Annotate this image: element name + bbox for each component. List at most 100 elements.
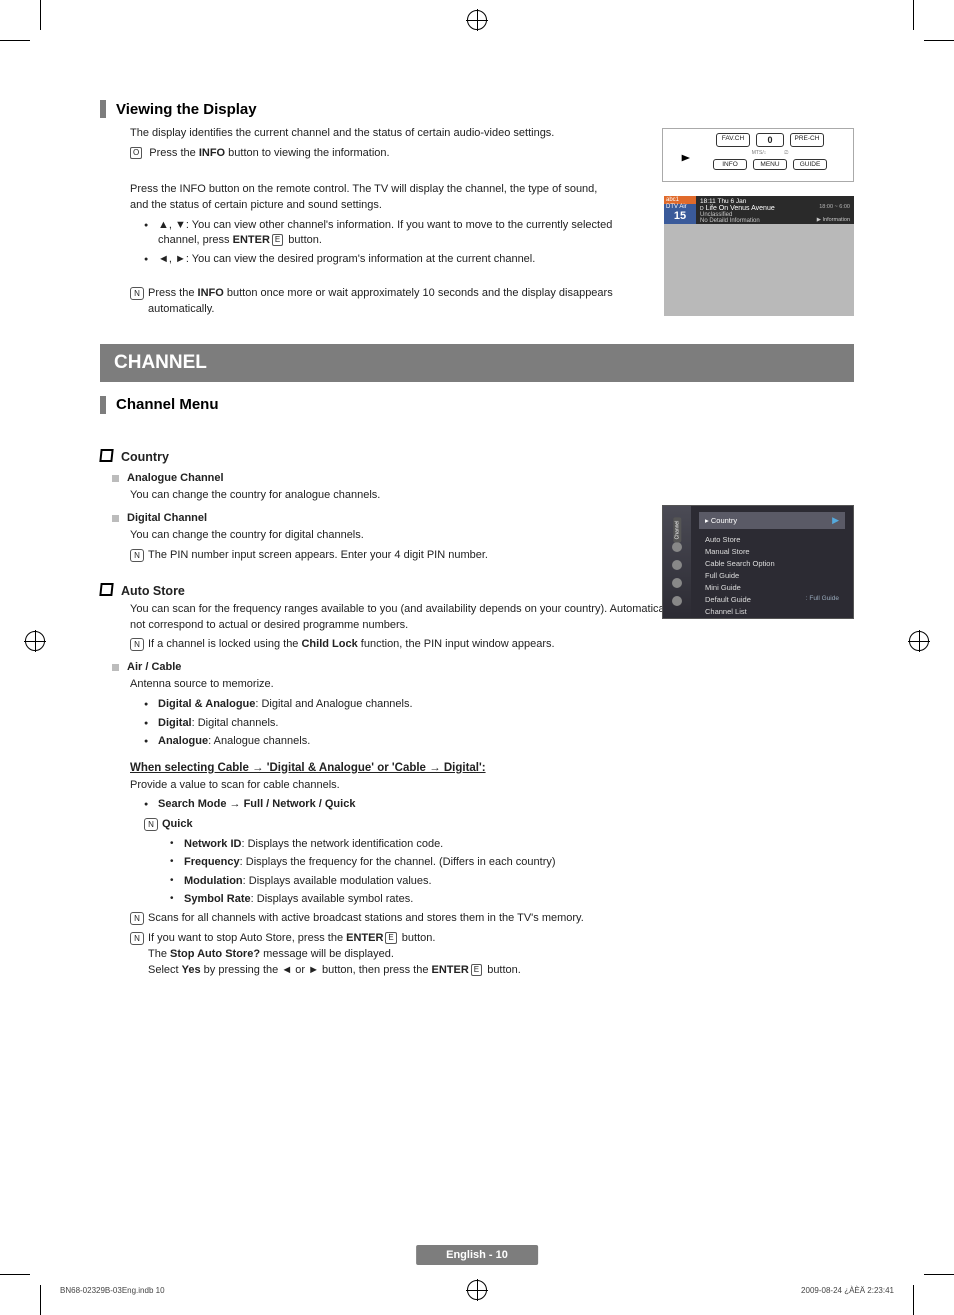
heading-bar-icon xyxy=(100,100,106,118)
osd-menu-items: Auto StoreManual StoreCable Search Optio… xyxy=(699,533,845,617)
crop-mark xyxy=(924,40,954,41)
crop-mark xyxy=(0,40,30,41)
option-item: Search Mode → Full / Network / Quick xyxy=(144,797,854,812)
remote-small-label: MTS/↕ xyxy=(752,150,766,156)
bullet-list: ▲, ▼: You can view other channel's infor… xyxy=(144,218,614,267)
pointer-arrow-icon xyxy=(669,153,691,163)
remote-button-icon: O xyxy=(130,147,142,159)
enter-icon: E xyxy=(385,932,396,944)
remote-info-button: INFO xyxy=(713,159,747,170)
crop-mark xyxy=(913,0,914,30)
remote-zero-button: 0 xyxy=(756,133,784,147)
option-item: Analogue: Analogue channels. xyxy=(144,734,854,749)
page-number-pill: English - 10 xyxy=(416,1245,538,1265)
osd-menu-item: Channel List xyxy=(699,605,845,617)
section-band: CHANNEL xyxy=(100,344,854,382)
osd-menu-item: Cable Search Option xyxy=(699,557,845,569)
note-icon: N xyxy=(144,818,158,831)
footer-filename: BN68-02329B-03Eng.indb 10 xyxy=(60,1286,165,1295)
registration-mark-icon xyxy=(467,1280,487,1300)
osd-side-icon xyxy=(672,596,682,606)
option-list: Search Mode → Full / Network / Quick xyxy=(144,797,854,812)
note-icon: N xyxy=(130,549,144,562)
bullet-text: ◄, ►: You can view the desired program's… xyxy=(158,253,535,265)
sub-item-row: Analogue Channel xyxy=(112,472,854,484)
osd-menu-item: Full Guide xyxy=(699,569,845,581)
remote-menu-button: MENU xyxy=(753,159,787,170)
quick-item: Network ID: Displays the network identif… xyxy=(170,837,854,852)
crop-mark xyxy=(924,1274,954,1275)
section-heading-row: Viewing the Display xyxy=(100,100,854,118)
osd-menu-item: Mini Guide xyxy=(699,581,845,593)
sub-item-label: Digital Channel xyxy=(127,512,207,524)
quick-item: Modulation: Displays available modulatio… xyxy=(170,874,854,889)
registration-mark-icon xyxy=(909,631,929,651)
remote-illustration: FAV.CH 0 PRE-CH MTS/↕ ⎚ INFO MENU GUIDE xyxy=(662,128,854,182)
note-line: N Scans for all channels with active bro… xyxy=(130,911,854,927)
note-icon: N xyxy=(130,932,144,945)
note-line: N If you want to stop Auto Store, press … xyxy=(130,931,854,979)
crop-mark xyxy=(40,1285,41,1315)
bullet-item: ▲, ▼: You can view other channel's infor… xyxy=(144,218,614,249)
square-bullet-icon xyxy=(112,664,119,671)
registration-mark-icon xyxy=(467,10,487,30)
subsection-label: Country xyxy=(121,450,169,464)
enter-icon: E xyxy=(272,234,283,246)
osd-menu-item: Default Guide: Full Guide xyxy=(699,593,845,605)
sub-item-label: Analogue Channel xyxy=(127,472,224,484)
note-icon: N xyxy=(130,912,144,925)
intro-text: The display identifies the current chann… xyxy=(130,126,600,142)
quick-label: Quick xyxy=(162,818,193,830)
option-item: Digital: Digital channels. xyxy=(144,716,854,731)
chevron-right-icon: ▶ xyxy=(832,515,839,526)
note-line: N Press the INFO button once more or wai… xyxy=(130,286,630,318)
option-item: Digital & Analogue: Digital and Analogue… xyxy=(144,697,854,712)
sub-item-row: Air / Cable xyxy=(112,661,854,673)
osd-channel-menu: Channel ▸ Country ▶ Auto StoreManual Sto… xyxy=(662,505,854,619)
note-line: N If a channel is locked using the Child… xyxy=(130,637,854,653)
osd-info-panel: abc1 DTV Air 15 18:11 Thu 6 Jan D Life O… xyxy=(664,196,854,316)
heading-bar-icon xyxy=(100,396,106,414)
remote-small-label: ⎚ xyxy=(784,150,788,156)
square-bullet-icon xyxy=(112,515,119,522)
note-text: Scans for all channels with active broad… xyxy=(148,911,854,927)
footer-timestamp: 2009-08-24 ¿ÀÈÄ 2:23:41 xyxy=(801,1286,894,1295)
note-text: If you want to stop Auto Store, press th… xyxy=(148,931,854,979)
sub-item-text: Antenna source to memorize. xyxy=(130,677,854,693)
osd-timespan: 18:00 ~ 6:00 xyxy=(819,204,850,210)
section-heading: Channel Menu xyxy=(116,396,219,413)
press-info-line: O Press the INFO button to viewing the i… xyxy=(130,146,600,162)
note-text: If a channel is locked using the Child L… xyxy=(148,637,854,653)
page: Viewing the Display The display identifi… xyxy=(0,0,954,1315)
bullet-text: ▲, ▼: You can view other channel's infor… xyxy=(158,219,612,246)
enter-label: ENTER xyxy=(233,234,270,246)
enter-icon: E xyxy=(471,964,482,976)
press-info-text: Press the INFO button to viewing the inf… xyxy=(149,147,389,159)
osd-ch-number: 15 xyxy=(664,210,696,224)
registration-mark-icon xyxy=(25,631,45,651)
osd-corner-label: ▶ Information xyxy=(817,217,850,223)
sub-item-text: You can change the country for analogue … xyxy=(130,488,854,504)
remote-prech-button: PRE-CH xyxy=(790,133,824,147)
bullet-item: ◄, ►: You can view the desired program's… xyxy=(144,252,614,267)
para2: Press the INFO button on the remote cont… xyxy=(130,182,600,214)
quick-list: Network ID: Displays the network identif… xyxy=(170,837,854,908)
square-bullet-icon xyxy=(112,475,119,482)
note-icon: N xyxy=(130,287,144,300)
subsection-label: Auto Store xyxy=(121,584,185,598)
crop-mark xyxy=(40,0,41,30)
osd-menu-header-label: Country xyxy=(711,516,737,525)
osd-menu-header: ▸ Country ▶ xyxy=(699,512,845,529)
quick-item: Symbol Rate: Displays available symbol r… xyxy=(170,892,854,907)
remote-favch-button: FAV.CH xyxy=(716,133,750,147)
osd-side-icon xyxy=(672,542,682,552)
hollow-square-icon xyxy=(99,449,113,462)
subsection-heading: Country xyxy=(100,448,854,464)
note-text: Press the INFO button once more or wait … xyxy=(148,286,630,318)
osd-menu-item: Auto Store xyxy=(699,533,845,545)
crop-mark xyxy=(913,1285,914,1315)
cable-text: Provide a value to scan for cable channe… xyxy=(130,778,854,794)
note-icon: N xyxy=(130,638,144,651)
osd-menu-item: Manual Store xyxy=(699,545,845,557)
section-heading: Viewing the Display xyxy=(116,101,257,118)
